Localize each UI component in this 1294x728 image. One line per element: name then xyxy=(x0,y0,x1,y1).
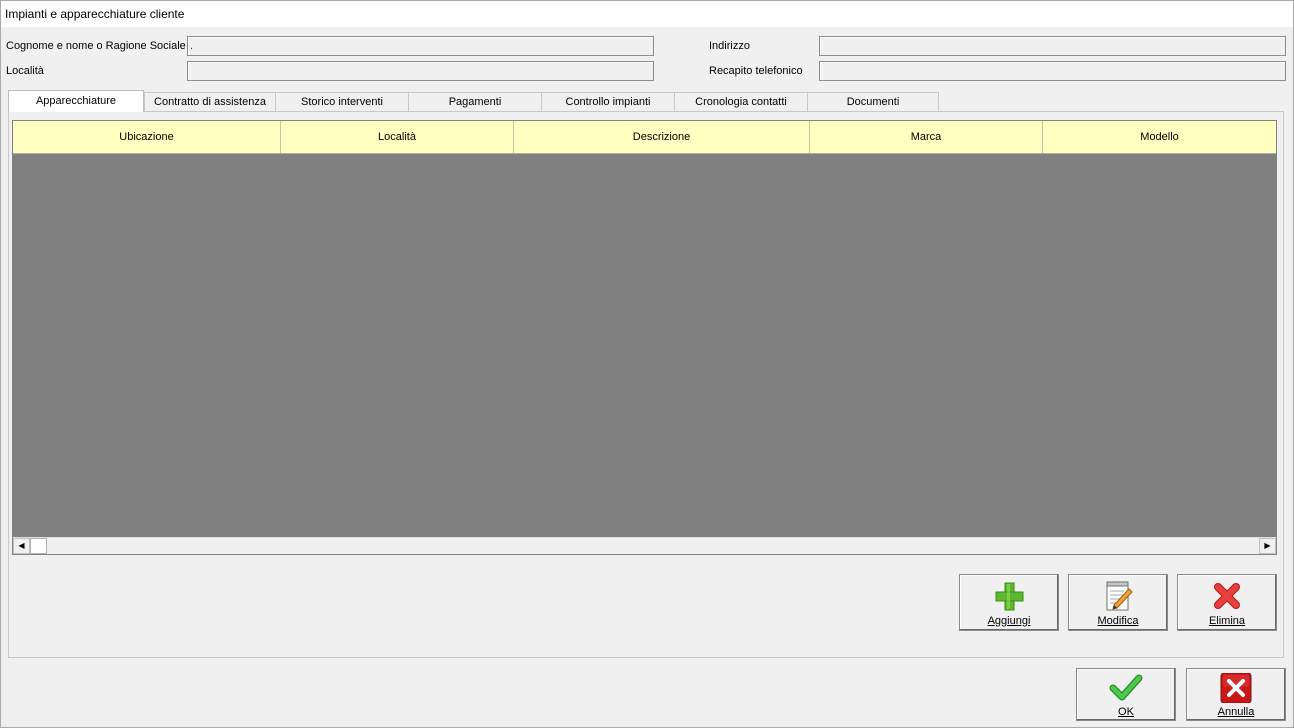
tab-storico-interventi[interactable]: Storico interventi xyxy=(275,92,409,111)
grid-header: Ubicazione Località Descrizione Marca Mo… xyxy=(13,121,1276,154)
window-title: Impianti e apparecchiature cliente xyxy=(1,1,1293,27)
red-x-icon xyxy=(1214,583,1240,609)
client-phone-field[interactable] xyxy=(819,61,1286,81)
client-address-label: Indirizzo xyxy=(709,40,750,52)
tab-pagamenti[interactable]: Pagamenti xyxy=(408,92,542,111)
client-address-field[interactable] xyxy=(819,36,1286,56)
tab-controllo-impianti[interactable]: Controllo impianti xyxy=(541,92,675,111)
client-name-field[interactable]: . xyxy=(187,36,654,56)
column-header-modello[interactable]: Modello xyxy=(1043,121,1276,153)
delete-button-label: Elimina xyxy=(1208,615,1246,627)
edit-button[interactable]: Modifica xyxy=(1068,574,1168,631)
edit-button-label: Modifica xyxy=(1097,615,1139,627)
column-header-ubicazione[interactable]: Ubicazione xyxy=(13,121,281,153)
add-button-label: Aggiungi xyxy=(987,615,1031,627)
column-header-descrizione[interactable]: Descrizione xyxy=(514,121,810,153)
cancel-button[interactable]: Annulla xyxy=(1186,668,1286,721)
tab-contratto-assistenza[interactable]: Contratto di assistenza xyxy=(144,92,276,111)
green-check-icon xyxy=(1109,674,1143,701)
scroll-left-icon[interactable]: ◀ xyxy=(13,538,30,554)
dialog-window: Impianti e apparecchiature cliente Cogno… xyxy=(0,0,1294,728)
equipment-grid[interactable]: Ubicazione Località Descrizione Marca Mo… xyxy=(12,120,1277,555)
ok-button-label: OK xyxy=(1118,706,1134,718)
scroll-thumb[interactable] xyxy=(30,538,47,554)
add-button[interactable]: Aggiungi xyxy=(959,574,1059,631)
tab-cronologia-contatti[interactable]: Cronologia contatti xyxy=(674,92,808,111)
client-locality-label: Località xyxy=(6,65,44,77)
column-header-localita[interactable]: Località xyxy=(281,121,514,153)
notepad-pencil-icon xyxy=(1106,581,1133,611)
client-name-label: Cognome e nome o Ragione Sociale xyxy=(6,40,186,52)
tab-documenti[interactable]: Documenti xyxy=(807,92,939,111)
plus-icon xyxy=(995,582,1024,611)
client-locality-field[interactable] xyxy=(187,61,654,81)
red-x-square-icon xyxy=(1220,673,1252,703)
tab-apparecchiature[interactable]: Apparecchiature xyxy=(8,90,144,112)
ok-button[interactable]: OK xyxy=(1076,668,1176,721)
horizontal-scrollbar[interactable]: ◀ ▶ xyxy=(13,537,1276,554)
client-phone-label: Recapito telefonico xyxy=(709,65,803,77)
scroll-right-icon[interactable]: ▶ xyxy=(1259,538,1276,554)
column-header-marca[interactable]: Marca xyxy=(810,121,1043,153)
cancel-button-label: Annulla xyxy=(1217,706,1255,718)
delete-button[interactable]: Elimina xyxy=(1177,574,1277,631)
